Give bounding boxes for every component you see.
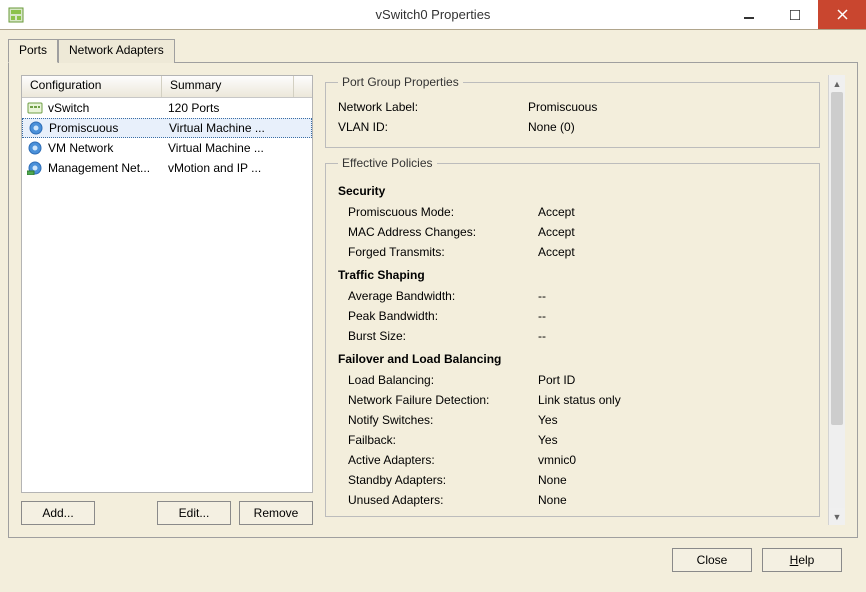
window-controls bbox=[726, 0, 866, 29]
list-row-summary: Virtual Machine ... bbox=[162, 141, 308, 155]
security-heading: Security bbox=[338, 184, 807, 198]
maximize-button[interactable] bbox=[772, 0, 818, 29]
burst-size-value: -- bbox=[538, 329, 807, 343]
forged-transmits-label: Forged Transmits: bbox=[348, 245, 538, 259]
list-row[interactable]: Management Net...vMotion and IP ... bbox=[22, 158, 312, 178]
portgroup-icon bbox=[26, 141, 44, 155]
list-header: Configuration Summary bbox=[22, 76, 312, 98]
portgroup-icon bbox=[27, 121, 45, 135]
list-row-summary: 120 Ports bbox=[162, 101, 308, 115]
remove-button[interactable]: Remove bbox=[239, 501, 313, 525]
effective-policies-legend: Effective Policies bbox=[338, 156, 437, 170]
active-adapters-value: vmnic0 bbox=[538, 453, 807, 467]
mac-address-changes-label: MAC Address Changes: bbox=[348, 225, 538, 239]
vertical-scrollbar[interactable]: ▲ ▼ bbox=[828, 75, 845, 525]
right-pane: Port Group Properties Network Label: Pro… bbox=[325, 75, 845, 525]
close-button[interactable]: Close bbox=[672, 548, 752, 572]
notify-switches-value: Yes bbox=[538, 413, 807, 427]
unused-adapters-label: Unused Adapters: bbox=[348, 493, 538, 507]
port-group-properties-group: Port Group Properties Network Label: Pro… bbox=[325, 75, 820, 148]
list-row-name: vSwitch bbox=[44, 101, 162, 115]
standby-adapters-label: Standby Adapters: bbox=[348, 473, 538, 487]
load-balancing-label: Load Balancing: bbox=[348, 373, 538, 387]
help-button[interactable]: Help bbox=[762, 548, 842, 572]
list-row-summary: vMotion and IP ... bbox=[162, 161, 308, 175]
minimize-button[interactable] bbox=[726, 0, 772, 29]
promiscuous-mode-label: Promiscuous Mode: bbox=[348, 205, 538, 219]
scroll-down-icon[interactable]: ▼ bbox=[829, 508, 845, 525]
standby-adapters-value: None bbox=[538, 473, 807, 487]
footer-buttons: Close Help bbox=[8, 538, 858, 584]
load-balancing-value: Port ID bbox=[538, 373, 807, 387]
list-row[interactable]: vSwitch120 Ports bbox=[22, 98, 312, 118]
add-button[interactable]: Add... bbox=[21, 501, 95, 525]
network-failure-detection-label: Network Failure Detection: bbox=[348, 393, 538, 407]
vswitch-icon bbox=[26, 101, 44, 115]
average-bandwidth-value: -- bbox=[538, 289, 807, 303]
peak-bandwidth-label: Peak Bandwidth: bbox=[348, 309, 538, 323]
close-window-button[interactable] bbox=[818, 0, 866, 29]
tab-ports[interactable]: Ports bbox=[8, 39, 58, 63]
peak-bandwidth-value: -- bbox=[538, 309, 807, 323]
tab-body: Configuration Summary vSwitch120 PortsPr… bbox=[8, 62, 858, 538]
list-row-name: Management Net... bbox=[44, 161, 162, 175]
active-adapters-label: Active Adapters: bbox=[348, 453, 538, 467]
details-scroll-area: Port Group Properties Network Label: Pro… bbox=[325, 75, 822, 525]
app-icon bbox=[6, 5, 26, 25]
edit-button[interactable]: Edit... bbox=[157, 501, 231, 525]
list-row-name: VM Network bbox=[44, 141, 162, 155]
list-row-summary: Virtual Machine ... bbox=[163, 121, 307, 135]
network-label-value: Promiscuous bbox=[528, 100, 807, 114]
tab-strip: Ports Network Adapters bbox=[8, 38, 858, 62]
list-row[interactable]: VM NetworkVirtual Machine ... bbox=[22, 138, 312, 158]
vmkernel-port-icon bbox=[26, 161, 44, 175]
scroll-track[interactable] bbox=[829, 92, 845, 508]
vlan-id-label: VLAN ID: bbox=[338, 120, 528, 134]
forged-transmits-value: Accept bbox=[538, 245, 807, 259]
failover-heading: Failover and Load Balancing bbox=[338, 352, 807, 366]
average-bandwidth-label: Average Bandwidth: bbox=[348, 289, 538, 303]
list-header-configuration[interactable]: Configuration bbox=[22, 76, 162, 97]
port-group-properties-legend: Port Group Properties bbox=[338, 75, 463, 89]
network-failure-detection-value: Link status only bbox=[538, 393, 807, 407]
left-pane: Configuration Summary vSwitch120 PortsPr… bbox=[21, 75, 313, 525]
tab-network-adapters[interactable]: Network Adapters bbox=[58, 39, 175, 63]
configuration-list: Configuration Summary vSwitch120 PortsPr… bbox=[21, 75, 313, 493]
titlebar: vSwitch0 Properties bbox=[0, 0, 866, 30]
traffic-shaping-heading: Traffic Shaping bbox=[338, 268, 807, 282]
effective-policies-group: Effective Policies Security Promiscuous … bbox=[325, 156, 820, 517]
mac-address-changes-value: Accept bbox=[538, 225, 807, 239]
failback-value: Yes bbox=[538, 433, 807, 447]
content-area: Ports Network Adapters Configuration Sum… bbox=[0, 30, 866, 592]
list-header-summary[interactable]: Summary bbox=[162, 76, 294, 97]
failback-label: Failback: bbox=[348, 433, 538, 447]
burst-size-label: Burst Size: bbox=[348, 329, 538, 343]
scroll-thumb[interactable] bbox=[831, 92, 843, 425]
unused-adapters-value: None bbox=[538, 493, 807, 507]
list-row-name: Promiscuous bbox=[45, 121, 163, 135]
vlan-id-value: None (0) bbox=[528, 120, 807, 134]
window: vSwitch0 Properties Ports Network Adapte… bbox=[0, 0, 866, 592]
notify-switches-label: Notify Switches: bbox=[348, 413, 538, 427]
scroll-up-icon[interactable]: ▲ bbox=[829, 75, 845, 92]
network-label-label: Network Label: bbox=[338, 100, 528, 114]
promiscuous-mode-value: Accept bbox=[538, 205, 807, 219]
list-header-spacer bbox=[294, 76, 312, 97]
list-row[interactable]: PromiscuousVirtual Machine ... bbox=[22, 118, 312, 138]
